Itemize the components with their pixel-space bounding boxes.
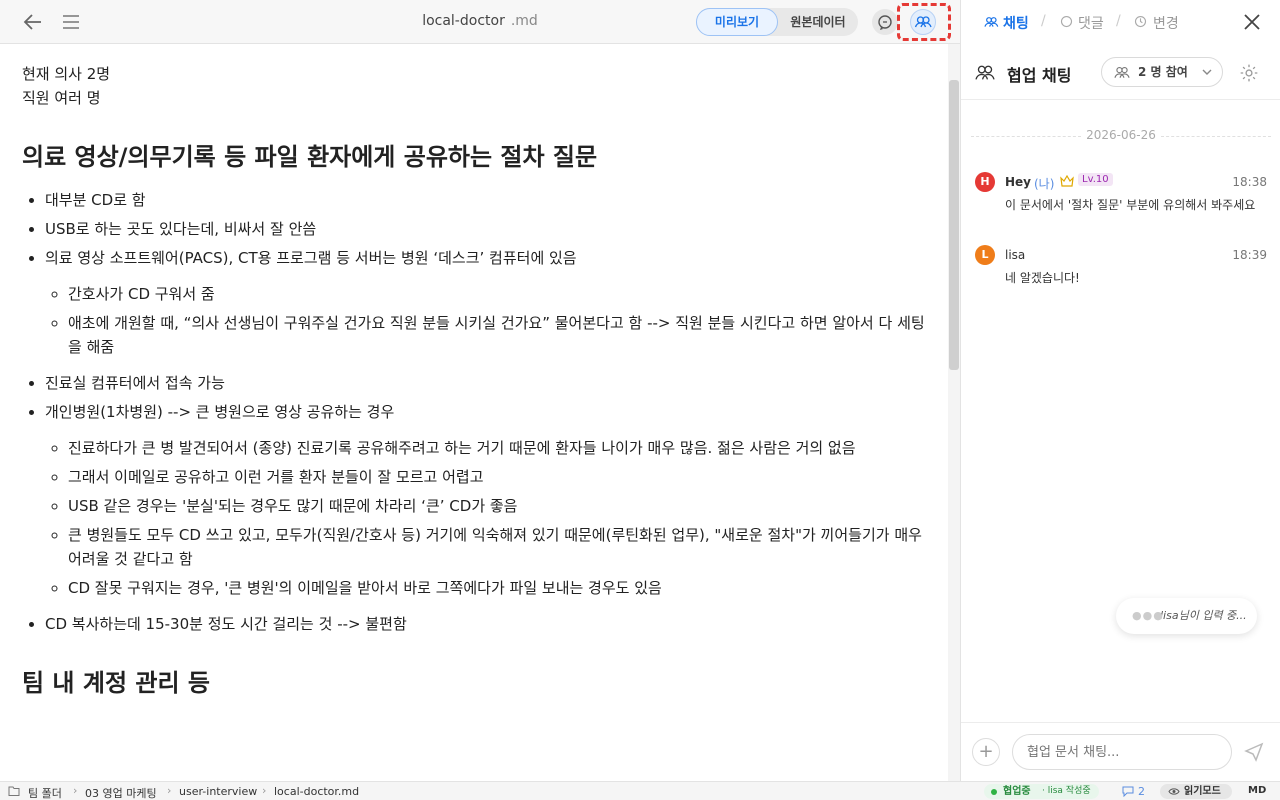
breadcrumb-item[interactable]: user-interview [179, 785, 257, 798]
read-mode-button[interactable]: 읽기모드 [1160, 784, 1232, 799]
list-item: USB로 하는 곳도 있다는데, 비싸서 잘 안씀 [45, 217, 926, 241]
intro-line: 현재 의사 2명 [22, 65, 111, 83]
list-item: USB 같은 경우는 '분실'되는 경우도 많기 때문에 차라리 ‘큰’ CD가… [68, 494, 926, 518]
highlight-box [897, 3, 951, 41]
breadcrumb-item[interactable]: 팀 폴더 [28, 785, 62, 800]
participants-dropdown[interactable]: 2 명 참여 [1101, 57, 1223, 87]
message-author: lisa [1005, 248, 1026, 262]
list-item: 애초에 개원할 때, “의사 선생님이 구워주실 건가요 직원 분들 시키실 건… [68, 311, 926, 359]
list-item: 대부분 CD로 함 [45, 188, 926, 212]
intro-line: 직원 여러 명 [22, 89, 101, 107]
writing-label: · lisa 작성중 [1042, 786, 1091, 796]
format-badge: MD [1248, 785, 1267, 796]
chat-header: 협업 채팅 2 명 참여 [961, 44, 1280, 100]
comment-icon [1122, 786, 1134, 797]
level-badge: Lv.10 [1078, 173, 1113, 186]
tab-separator: / [1116, 13, 1121, 29]
list-item-text: 개인병원(1차병원) --> 큰 병원으로 영상 공유하는 경우 [45, 403, 395, 421]
gear-icon[interactable] [1239, 63, 1259, 83]
list-item: 진료실 컴퓨터에서 접속 가능 [45, 371, 926, 395]
document-preview: 현재 의사 2명 직원 여러 명 의료 영상/의무기록 등 파일 환자에게 공유… [0, 44, 948, 781]
nested-list: 진료하다가 큰 병 발견되어서 (종양) 진료기록 공유해주려고 하는 거기 때… [68, 436, 926, 600]
list-item: 진료하다가 큰 병 발견되어서 (종양) 진료기록 공유해주려고 하는 거기 때… [68, 436, 926, 460]
tab-chat[interactable]: 채팅 [1003, 13, 1029, 33]
comment-icon [1060, 15, 1073, 28]
breadcrumb-item[interactable]: 03 영업 마케팅 [85, 785, 157, 800]
online-dot [991, 789, 997, 795]
message-text: 네 알겠습니다! [1005, 271, 1080, 285]
people-icon [984, 17, 999, 27]
list-item: 그래서 이메일로 공유하고 이런 거를 환자 분들이 잘 모르고 어렵고 [68, 465, 926, 489]
avatar: L [975, 245, 995, 265]
file-extension: .md [510, 13, 538, 29]
me-tag: (나) [1034, 177, 1055, 191]
comment-toggle-button[interactable] [872, 9, 898, 35]
tab-comments[interactable]: 댓글 [1078, 13, 1104, 33]
comment-count[interactable]: 2 [1138, 785, 1145, 798]
chat-input-bar: + [961, 722, 1280, 781]
collab-panel: 채팅 / 댓글 / 변경 협업 채팅 2 명 참여 2026-06-26 H H… [960, 0, 1280, 781]
chat-title: 협업 채팅 [1007, 66, 1072, 85]
section-heading: 팀 내 계정 관리 등 [22, 669, 210, 697]
list-item: 큰 병원들도 모두 CD 쓰고 있고, 모두가(직원/간호사 등) 거기에 익숙… [68, 523, 926, 571]
filename: local-doctor [422, 13, 505, 29]
message-text: 이 문서에서 '절차 질문' 부분에 유의해서 봐주세요 [1005, 198, 1256, 212]
participants-count: 2 명 참여 [1138, 65, 1188, 79]
crown-icon [1060, 175, 1074, 187]
panel-tabs: 채팅 / 댓글 / 변경 [961, 0, 1280, 44]
close-icon[interactable] [1241, 11, 1263, 33]
list-item: CD 복사하는데 15-30분 정도 시간 걸리는 것 --> 불편함 [45, 612, 926, 636]
breadcrumb-item[interactable]: local-doctor.md [274, 785, 359, 798]
people-icon [1114, 66, 1130, 78]
list-item: 개인병원(1차병원) --> 큰 병원으로 영상 공유하는 경우 진료하다가 큰… [45, 400, 926, 600]
add-attachment-button[interactable]: + [972, 738, 1000, 766]
message-time: 18:38 [1232, 175, 1267, 189]
people-icon [975, 65, 995, 80]
list-item: 의료 영상 소프트웨어(PACS), CT용 프로그램 등 서버는 병원 ‘데스… [45, 246, 926, 359]
message-time: 18:39 [1232, 248, 1267, 262]
history-icon [1134, 15, 1147, 28]
bullet-list: 대부분 CD로 함 USB로 하는 곳도 있다는데, 비싸서 잘 안씀 의료 영… [45, 188, 926, 636]
chevron-right-icon: › [262, 784, 267, 797]
list-item-text: 의료 영상 소프트웨어(PACS), CT용 프로그램 등 서버는 병원 ‘데스… [45, 249, 577, 267]
status-bar: 팀 폴더 › 03 영업 마케팅 › user-interview › loca… [0, 781, 1280, 800]
comment-icon [878, 15, 892, 30]
typing-dots-icon: ●●● [1132, 609, 1164, 622]
typing-indicator: ●●● lisa님이 입력 중... [1116, 598, 1257, 634]
scrollbar-thumb[interactable] [949, 80, 959, 370]
preview-tab[interactable]: 미리보기 [696, 8, 778, 36]
collab-label: 협업중 [1003, 786, 1031, 797]
typing-text: lisa님이 입력 중... [1160, 609, 1247, 622]
send-icon[interactable] [1243, 741, 1265, 763]
tab-changes[interactable]: 변경 [1153, 13, 1179, 33]
view-mode-toggle: 미리보기 원본데이터 [696, 8, 858, 36]
read-mode-label: 읽기모드 [1184, 786, 1221, 797]
list-item: CD 잘못 구워지는 경우, '큰 병원'의 이메일을 받아서 바로 그쪽에다가… [68, 576, 926, 600]
chevron-right-icon: › [73, 784, 78, 797]
message-author: Hey [1005, 175, 1032, 189]
chevron-right-icon: › [167, 784, 172, 797]
avatar: H [975, 172, 995, 192]
tab-separator: / [1041, 13, 1046, 29]
raw-data-tab[interactable]: 원본데이터 [778, 8, 858, 36]
chevron-down-icon [1202, 69, 1212, 75]
hamburger-menu-icon[interactable] [60, 11, 82, 33]
folder-icon [8, 786, 20, 796]
editor-toolbar: local-doctor .md 미리보기 원본데이터 [0, 0, 960, 44]
nested-list: 간호사가 CD 구워서 줌 애초에 개원할 때, “의사 선생님이 구워주실 건… [68, 282, 926, 359]
back-arrow-icon[interactable] [22, 11, 44, 33]
section-heading: 의료 영상/의무기록 등 파일 환자에게 공유하는 절차 질문 [22, 143, 598, 171]
date-divider: 2026-06-26 [971, 128, 1271, 142]
eye-icon [1168, 788, 1180, 795]
list-item: 간호사가 CD 구워서 줌 [68, 282, 926, 306]
collab-status-badge: 협업중 · lisa 작성중 [984, 784, 1099, 799]
chat-input[interactable] [1012, 734, 1232, 770]
